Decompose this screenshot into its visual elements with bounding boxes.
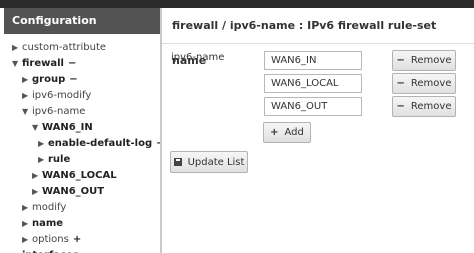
remove-button-1[interactable]: − Remove	[392, 50, 456, 71]
tree-item-label: firewall	[22, 58, 64, 69]
caret-down-icon[interactable]: ▼	[12, 56, 22, 72]
tree-item-custom-attribute[interactable]: ▶ custom-attribute	[12, 40, 106, 56]
tree-item-label: name	[32, 218, 64, 229]
tree-item-label: WAN6_OUT	[42, 186, 105, 197]
value-input-3[interactable]	[264, 97, 362, 116]
remove-button-3[interactable]: − Remove	[392, 96, 456, 117]
tree-item-label: custom-attribute	[22, 42, 107, 53]
value-input-2[interactable]	[264, 74, 362, 93]
minus-icon[interactable]: −	[69, 72, 77, 88]
caret-right-icon[interactable]: ▶	[38, 136, 48, 152]
remove-button-label: Remove	[410, 101, 452, 112]
tree-item-firewall[interactable]: ▼ firewall −	[12, 56, 76, 72]
tree-item-label: enable-default-log	[48, 138, 153, 149]
minus-icon[interactable]: −	[83, 248, 91, 253]
tree-item-options[interactable]: ▶ options +	[22, 232, 81, 248]
plus-icon: +	[270, 127, 279, 138]
tree-item-interfaces[interactable]: ▶interfaces−	[12, 248, 91, 253]
tree-item-group[interactable]: ▶ group −	[22, 72, 78, 88]
tree-item-label: options	[32, 234, 69, 245]
tree-item-modify[interactable]: ▶ modify	[22, 200, 66, 216]
remove-button-label: Remove	[410, 55, 452, 66]
tree-item-label: modify	[32, 202, 67, 213]
caret-down-icon[interactable]: ▼	[22, 104, 32, 120]
tree-item-wan6-local[interactable]: ▶ WAN6_LOCAL	[32, 168, 117, 184]
caret-right-icon[interactable]: ▶	[32, 168, 42, 184]
top-bar	[0, 0, 474, 8]
value-input-1[interactable]	[264, 51, 362, 70]
caret-right-icon[interactable]: ▶	[32, 184, 42, 200]
tree-item-ipv6-modify[interactable]: ▶ ipv6-modify	[22, 88, 91, 104]
caret-down-icon[interactable]: ▼	[32, 120, 42, 136]
tree-item-label: WAN6_LOCAL	[42, 170, 117, 181]
tree-item-wan6-in[interactable]: ▼ WAN6_IN	[32, 120, 93, 136]
caret-right-icon[interactable]: ▶	[12, 40, 22, 56]
minus-icon[interactable]: −	[68, 56, 76, 72]
plus-icon[interactable]: +	[73, 232, 81, 248]
caret-right-icon[interactable]: ▶	[22, 72, 32, 88]
sidebar: Configuration ▶ custom-attribute ▼ firewal…	[4, 8, 162, 253]
add-button-label: Add	[284, 127, 304, 138]
tree-item-enable-default-log[interactable]: ▶enable-default-log−	[38, 136, 160, 152]
minus-icon: −	[396, 78, 405, 89]
tree-item-label: ipv6-name	[32, 106, 86, 117]
page-title: firewall / ipv6-name : IPv6 firewall rul…	[162, 8, 474, 67]
caret-right-icon[interactable]: ▶	[22, 216, 32, 232]
remove-button-2[interactable]: − Remove	[392, 73, 456, 94]
tree-item-wan6-out[interactable]: ▶ WAN6_OUT	[32, 184, 104, 200]
main-panel: firewall / ipv6-name : IPv6 firewall rul…	[162, 8, 474, 253]
minus-icon: −	[396, 101, 405, 112]
caret-right-icon[interactable]: ▶	[22, 88, 32, 104]
caret-right-icon[interactable]: ▶	[38, 152, 48, 168]
field-label-ipv6-name: ipv6-name	[171, 52, 225, 63]
update-list-button[interactable]: Update List	[170, 151, 248, 173]
remove-button-label: Remove	[410, 78, 452, 89]
add-button[interactable]: + Add	[263, 122, 311, 143]
caret-right-icon[interactable]: ▶	[22, 232, 32, 248]
tree-item-rule[interactable]: ▶ rule	[38, 152, 70, 168]
tree-item-label: WAN6_IN	[42, 122, 93, 133]
tree-item-name[interactable]: ▶ name	[22, 216, 63, 232]
tree-item-label: ipv6-modify	[32, 90, 92, 101]
save-icon	[173, 158, 182, 166]
caret-right-icon[interactable]: ▶	[12, 248, 22, 253]
sidebar-title: Configuration	[4, 8, 160, 34]
tree-item-ipv6-name[interactable]: ▼ ipv6-name	[22, 104, 85, 120]
tree-item-label: group	[32, 74, 66, 85]
minus-icon: −	[396, 55, 405, 66]
caret-right-icon[interactable]: ▶	[22, 200, 32, 216]
update-list-label: Update List	[187, 156, 245, 168]
tree-item-label: rule	[48, 154, 71, 165]
